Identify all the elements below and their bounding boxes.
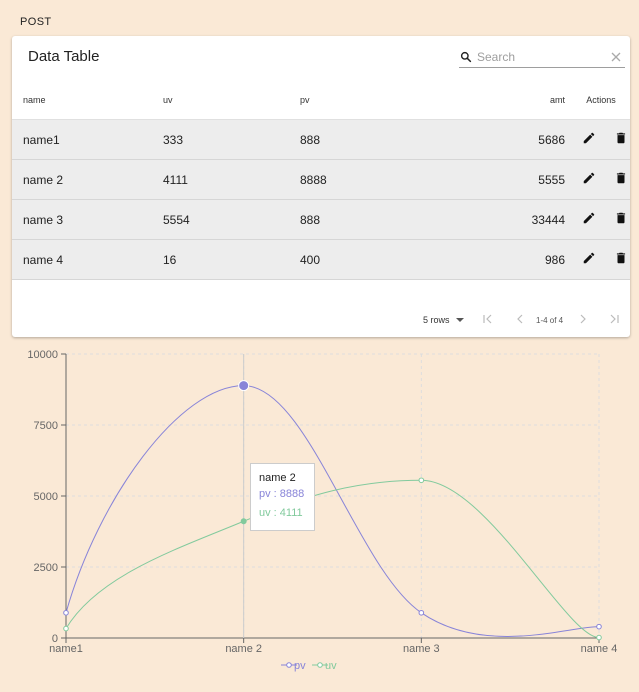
cell-pv: 8888 — [299, 159, 461, 200]
search-box[interactable] — [459, 47, 625, 68]
delete-icon[interactable] — [614, 251, 628, 265]
cell-uv: 333 — [162, 119, 299, 160]
x-tick-label: name 2 — [225, 643, 262, 655]
edit-icon[interactable] — [582, 171, 596, 185]
cell-pv: 888 — [299, 119, 461, 160]
column-header-name[interactable]: name — [12, 80, 162, 120]
previous-page-icon[interactable] — [514, 313, 526, 325]
series-line-uv — [65, 479, 600, 639]
y-tick-label: 2500 — [34, 562, 58, 574]
column-header-pv[interactable]: pv — [299, 80, 461, 120]
delete-button[interactable] — [614, 171, 628, 185]
delete-icon[interactable] — [614, 131, 628, 145]
search-icon — [460, 51, 472, 63]
column-header-uv[interactable]: uv — [162, 80, 299, 120]
close-icon[interactable] — [611, 52, 621, 62]
edit-button[interactable] — [582, 171, 596, 185]
y-tick-label: 5000 — [34, 491, 58, 503]
page-range: 1-4 of 4 — [536, 316, 564, 325]
column-header-amt[interactable]: amt — [461, 80, 565, 120]
legend-label-uv: uv — [325, 660, 337, 672]
cell-amt: 33444 — [461, 199, 565, 240]
post-button[interactable]: POST — [12, 12, 60, 32]
legend-marker-dot-uv — [317, 662, 323, 668]
delete-button[interactable] — [614, 131, 628, 145]
first-page-icon[interactable] — [482, 313, 494, 325]
legend-marker-dot-pv — [286, 662, 292, 668]
cell-amt: 986 — [461, 239, 565, 280]
cell-pv: 400 — [299, 239, 461, 280]
tooltip-uv: uv : 4111 — [259, 507, 303, 519]
table-row: name1 333 888 5686 — [12, 119, 630, 160]
edit-icon[interactable] — [582, 211, 596, 225]
data-point-uv — [596, 634, 602, 641]
x-tick-label: name1 — [49, 643, 83, 655]
data-point-pv — [418, 609, 425, 616]
y-tick-label: 7500 — [34, 420, 58, 432]
rows-per-page-select[interactable]: 5 rows — [423, 315, 464, 325]
delete-icon[interactable] — [614, 171, 628, 185]
pagination: 5 rows 1-4 of 4 — [12, 311, 630, 331]
data-point-uv — [240, 518, 247, 525]
data-point-pv — [596, 623, 602, 630]
table-row: name 4 16 400 986 — [12, 239, 630, 280]
x-tick-label: name 4 — [581, 643, 618, 655]
delete-button[interactable] — [614, 211, 628, 225]
data-point-uv — [418, 477, 425, 484]
edit-icon[interactable] — [582, 131, 596, 145]
cell-name: name 4 — [12, 239, 162, 280]
data-point-pv — [63, 609, 69, 616]
search-input[interactable] — [477, 50, 597, 64]
cell-uv: 16 — [162, 239, 299, 280]
series-line-pv — [65, 385, 600, 637]
cell-actions — [565, 159, 630, 200]
chart-tooltip: name 2 pv : 8888 uv : 4111 — [250, 463, 315, 531]
table-row: name 2 4111 8888 5555 — [12, 159, 630, 200]
dropdown-arrow-icon — [455, 317, 464, 322]
tooltip-pv: pv : 8888 — [259, 488, 305, 500]
cell-uv: 4111 — [162, 159, 299, 200]
cell-name: name1 — [12, 119, 162, 160]
last-page-icon[interactable] — [608, 313, 620, 325]
cell-pv: 888 — [299, 199, 461, 240]
tooltip-title: name 2 — [259, 472, 296, 484]
edit-icon[interactable] — [582, 251, 596, 265]
cell-amt: 5686 — [461, 119, 565, 160]
line-chart: 025005000750010000name1 name 2 name 3 name … — [27, 349, 618, 672]
table-row: name 3 5554 888 33444 — [12, 199, 630, 240]
cell-amt: 5555 — [461, 159, 565, 200]
data-point-uv — [63, 625, 69, 632]
delete-button[interactable] — [614, 251, 628, 265]
legend-label-pv: pv — [294, 660, 306, 672]
cell-name: name 2 — [12, 159, 162, 200]
edit-button[interactable] — [582, 211, 596, 225]
edit-button[interactable] — [582, 131, 596, 145]
cell-actions — [565, 199, 630, 240]
x-tick-label: name 3 — [403, 643, 440, 655]
edit-button[interactable] — [582, 251, 596, 265]
cell-actions — [565, 119, 630, 160]
delete-icon[interactable] — [614, 211, 628, 225]
table-header-row: name uv pv amt Actions — [12, 80, 630, 120]
cell-uv: 5554 — [162, 199, 299, 240]
data-table: name uv pv amt Actions name1 333 888 5686 na… — [12, 80, 630, 280]
rows-per-page-label: 5 rows — [423, 315, 450, 325]
cell-actions — [565, 239, 630, 280]
data-table-card: Data Table name uv pv amt Actions name13… — [12, 36, 630, 337]
y-tick-label: 10000 — [27, 349, 58, 361]
data-point-pv-active — [238, 380, 250, 392]
next-page-icon[interactable] — [577, 313, 589, 325]
column-header-actions: Actions — [565, 80, 630, 120]
table-title: Data Table — [28, 48, 100, 65]
cell-name: name 3 — [12, 199, 162, 240]
